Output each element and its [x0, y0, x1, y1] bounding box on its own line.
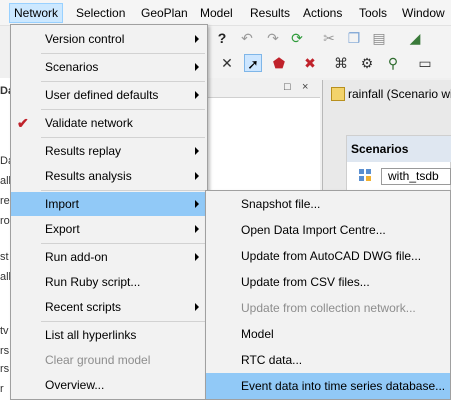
menu-separator: [41, 190, 205, 191]
submenu-arrow-icon: [195, 225, 199, 233]
menu-actions[interactable]: Actions: [299, 3, 346, 23]
menu-item-list-all-hyperlinks[interactable]: List all hyperlinks: [11, 323, 207, 347]
menu-network[interactable]: Network: [9, 3, 64, 23]
submenu-item-update-from-autocad[interactable]: Update from AutoCAD DWG file...: [206, 243, 450, 269]
menu-item-label: Overview...: [45, 378, 105, 392]
network-menu: Version control Scenarios User defined d…: [10, 24, 208, 400]
menu-item-run-add-on[interactable]: Run add-on: [11, 245, 207, 269]
menu-separator: [41, 53, 205, 54]
network-trace-icon[interactable]: ⚙: [358, 54, 376, 72]
submenu-item-open-data-import-centre[interactable]: Open Data Import Centre...: [206, 217, 450, 243]
menu-item-export[interactable]: Export: [11, 217, 207, 241]
select-polygon-icon[interactable]: ⬟: [270, 54, 288, 72]
deselect-icon[interactable]: ✖: [301, 54, 319, 72]
submenu-arrow-icon: [195, 63, 199, 71]
refresh-icon[interactable]: ⟳: [288, 29, 306, 47]
menu-separator: [41, 109, 205, 110]
pane-body: [208, 98, 320, 190]
submenu-arrow-icon: [195, 147, 199, 155]
submenu-item-rtc-data[interactable]: RTC data...: [206, 347, 450, 373]
menu-item-run-ruby-script[interactable]: Run Ruby script...: [11, 270, 207, 294]
rainfall-icon: [331, 87, 345, 101]
trace-icon[interactable]: ⌘: [332, 54, 350, 72]
menu-item-label: Import: [45, 197, 80, 211]
submenu-item-model[interactable]: Model: [206, 321, 450, 347]
draw-icon[interactable]: ◢: [406, 29, 424, 47]
close-icon[interactable]: ×: [302, 81, 308, 93]
scenarios-header: Scenarios: [347, 136, 451, 162]
pane-header: □ ×: [208, 78, 320, 98]
submenu-item-event-data-tsdb[interactable]: Event data into time series database...: [206, 373, 450, 399]
help-icon[interactable]: ?: [213, 29, 231, 47]
menu-window[interactable]: Window: [398, 3, 449, 23]
submenu-item-update-from-collection-network: Update from collection network...: [241, 301, 416, 315]
cut-icon[interactable]: ✂: [320, 29, 338, 47]
menu-item-label: Version control: [45, 32, 125, 46]
menu-item-label: Recent scripts: [45, 300, 122, 314]
menu-results[interactable]: Results: [246, 3, 294, 23]
menu-item-overview[interactable]: Overview...: [11, 373, 207, 397]
import-submenu: Snapshot file... Open Data Import Centre…: [205, 190, 451, 400]
menu-separator: [41, 243, 205, 244]
menu-item-label: List all hyperlinks: [45, 328, 137, 342]
menu-item-recent-scripts[interactable]: Recent scripts: [11, 295, 207, 319]
menu-item-label: User defined defaults: [45, 88, 159, 102]
ruler-icon[interactable]: ▭: [416, 54, 434, 72]
redo-icon[interactable]: ↷: [264, 29, 282, 47]
paste-icon[interactable]: ▤: [370, 29, 388, 47]
submenu-arrow-icon: [195, 253, 199, 261]
submenu-arrow-icon: [195, 91, 199, 99]
menu-item-label: Results replay: [45, 144, 122, 158]
undo-icon[interactable]: ↶: [238, 29, 256, 47]
menu-bar: Network Selection GeoPlan Model Results …: [0, 0, 451, 26]
menu-item-scenarios[interactable]: Scenarios: [11, 55, 207, 79]
menu-item-label: Run Ruby script...: [45, 275, 141, 289]
validate-check-icon: ✔: [17, 115, 29, 131]
submenu-arrow-icon: [195, 303, 199, 311]
menu-selection[interactable]: Selection: [72, 3, 129, 23]
pointer-icon[interactable]: ➚: [244, 54, 262, 72]
menu-item-clear-ground-model: Clear ground model: [11, 348, 207, 372]
menu-separator: [41, 81, 205, 82]
menu-item-results-replay[interactable]: Results replay: [11, 139, 207, 163]
menu-item-import[interactable]: Import: [11, 192, 207, 216]
menu-item-label: Clear ground model: [45, 353, 151, 367]
submenu-arrow-icon: [195, 200, 199, 208]
scenario-icon: [359, 169, 371, 181]
menu-item-results-analysis[interactable]: Results analysis: [11, 164, 207, 188]
menu-separator: [41, 137, 205, 138]
menu-item-validate-network[interactable]: ✔ Validate network: [11, 111, 207, 135]
menu-item-version-control[interactable]: Version control: [11, 27, 207, 51]
menu-item-label: Validate network: [45, 116, 133, 130]
document-title[interactable]: rainfall (Scenario wi: [348, 85, 451, 103]
toolbar: ? ↶ ↷ ⟳ ✂ ❐ ▤ ◢ ✕ ➚ ⬟ ✖ ⌘ ⚙ ⚲ ▭: [208, 26, 451, 78]
maximize-icon[interactable]: □: [284, 81, 291, 93]
copy-icon[interactable]: ❐: [345, 29, 363, 47]
menu-item-label: Scenarios: [45, 60, 99, 74]
menu-geoplan[interactable]: GeoPlan: [137, 3, 192, 23]
menu-item-label: Results analysis: [45, 169, 132, 183]
menu-item-user-defined-defaults[interactable]: User defined defaults: [11, 83, 207, 107]
menu-item-label: Run add-on: [45, 250, 108, 264]
menu-item-label: Export: [45, 222, 80, 236]
menu-tools[interactable]: Tools: [355, 3, 391, 23]
menu-model[interactable]: Model: [196, 3, 237, 23]
tree-icon[interactable]: ⚲: [384, 54, 402, 72]
select-cross-icon[interactable]: ✕: [218, 54, 236, 72]
submenu-arrow-icon: [195, 172, 199, 180]
submenu-item-update-from-csv[interactable]: Update from CSV files...: [206, 269, 450, 295]
menu-separator: [41, 321, 205, 322]
submenu-arrow-icon: [195, 35, 199, 43]
submenu-item-snapshot-file[interactable]: Snapshot file...: [206, 191, 450, 217]
scenario-field[interactable]: with_tsdb: [381, 168, 451, 185]
